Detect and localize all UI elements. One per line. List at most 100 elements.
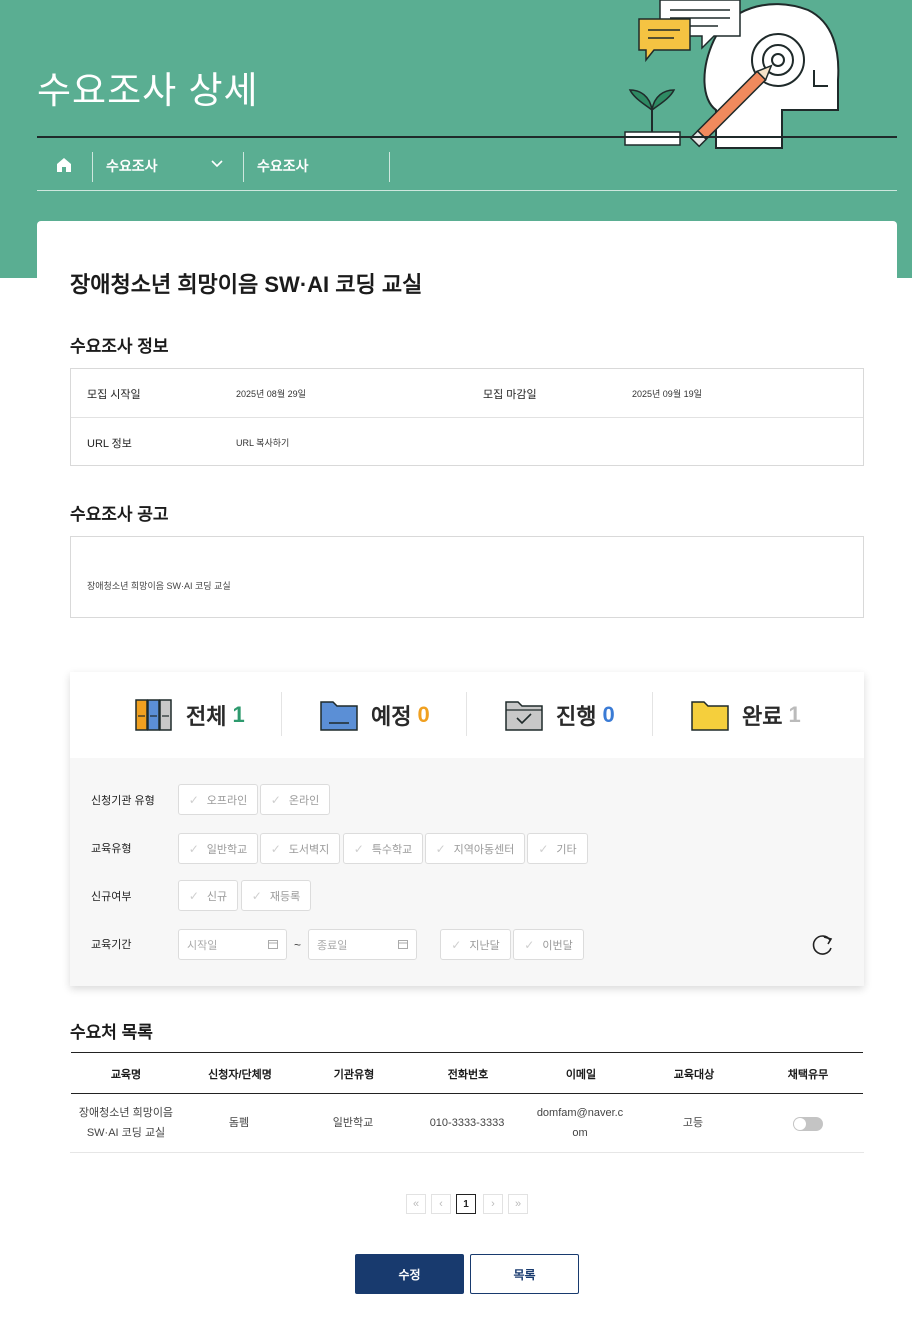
status-completed[interactable]: 완료 1 [690,696,801,734]
folder-blue-icon [320,701,358,731]
folder-check-icon [505,701,543,731]
last-page-button[interactable]: » [508,1194,528,1214]
status-ongoing-label: 진행 [556,704,597,729]
info-row-dates: 모집 시작일 2025년 08월 29일 모집 마감일 2025년 09월 19… [71,369,863,417]
status-all-label: 전체 [186,704,227,729]
end-date-input[interactable]: 종료일 [308,929,417,960]
breadcrumb-level1[interactable]: 수요조사 [106,156,158,176]
filter-new-label: 신규 [206,890,228,903]
breadcrumb-separator [389,152,390,182]
filter-offline[interactable]: ✓ 오프라인 [178,784,258,815]
prev-page-button[interactable]: ‹ [431,1194,451,1214]
check-icon: ✓ [188,841,199,856]
notice-box: 장애청소년 희망이음 SW·AI 코딩 교실 [70,536,864,618]
col-org-type: 기관유형 [333,1069,375,1081]
page-heading: 수요조사 상세 [37,70,259,111]
table-header: 교육명 신청자/단체명 기관유형 전화번호 이메일 교육대상 채택유무 [71,1052,863,1094]
info-section-title: 수요조사 정보 [70,337,169,356]
survey-illustration [624,0,840,149]
filter-this-month-label: 이번달 [542,939,573,952]
filter-online-label: 온라인 [288,794,320,807]
survey-title: 장애청소년 희망이음 SW·AI 코딩 교실 [70,272,423,297]
col-applicant: 신청자/단체명 [208,1069,272,1081]
col-edu-name: 교육명 [110,1069,142,1081]
check-icon: ✓ [188,888,199,903]
cell-target: 고등 [682,1117,704,1129]
status-divider [466,692,467,736]
breadcrumb-level2[interactable]: 수요조사 [257,156,309,176]
url-label: URL 정보 [87,438,132,450]
header-divider [37,136,897,138]
period-label: 교육기간 [91,939,132,951]
filter-etc[interactable]: ✓ 기타 [527,833,588,864]
refresh-icon[interactable] [810,932,836,958]
filter-reregister[interactable]: ✓ 재등록 [241,880,311,911]
notice-text: 장애청소년 희망이음 SW·AI 코딩 교실 [87,581,231,591]
breadcrumb-separator [92,152,93,182]
check-icon: ✓ [270,792,281,807]
table-row[interactable]: 장애청소년 희망이음 SW·AI 코딩 교실 돔펨 일반학교 010-3333-… [70,1094,864,1153]
filter-last-month[interactable]: ✓ 지난달 [440,929,511,960]
folder-yellow-icon [691,701,729,731]
check-icon: ✓ [251,888,262,903]
start-date-input[interactable]: 시작일 [178,929,287,960]
cell-email-line2: om [572,1127,588,1139]
cell-email: domfam@naver.c om [523,1103,637,1143]
toggle-knob [794,1118,806,1130]
filter-new[interactable]: ✓ 신규 [178,880,238,911]
adopted-toggle[interactable] [793,1117,823,1131]
status-all-count: 1 [232,702,245,727]
filter-general-school-label: 일반학교 [206,843,248,856]
period-tilde: ~ [294,938,302,952]
org-type-label: 신청기관 유형 [91,795,155,807]
status-completed-label: 완료 [742,704,783,729]
copy-url-link[interactable]: URL 복사하기 [236,436,289,449]
filter-this-month[interactable]: ✓ 이번달 [513,929,584,960]
check-icon: ✓ [451,937,462,952]
status-ongoing[interactable]: 진행 0 [504,696,615,734]
start-date-placeholder: 시작일 [187,939,218,952]
list-button[interactable]: 목록 [470,1254,579,1294]
filter-community-center[interactable]: ✓ 지역아동센터 [425,833,525,864]
status-scheduled-label: 예정 [371,704,412,729]
cell-applicant: 돔펨 [228,1117,250,1129]
info-table: 모집 시작일 2025년 08월 29일 모집 마감일 2025년 09월 19… [70,368,864,466]
filter-offline-label: 오프라인 [206,794,248,807]
filter-special-school[interactable]: ✓ 특수학교 [343,833,423,864]
status-scheduled[interactable]: 예정 0 [319,696,430,734]
notice-section-title: 수요조사 공고 [70,505,169,524]
filter-last-month-label: 지난달 [469,939,500,952]
start-date-label: 모집 시작일 [87,389,141,401]
col-adopted: 채택유무 [787,1069,829,1081]
filter-community-center-label: 지역아동센터 [453,843,515,856]
filter-general-school[interactable]: ✓ 일반학교 [178,833,258,864]
status-summary: 전체 1 예정 0 진행 0 완료 1 [70,672,864,758]
page-number-current[interactable]: 1 [456,1194,476,1214]
filter-remote-area[interactable]: ✓ 도서벽지 [260,833,340,864]
start-date-value: 2025년 08월 29일 [236,389,306,399]
check-icon: ✓ [270,841,281,856]
cell-org-type: 일반학교 [332,1117,374,1129]
check-icon: ✓ [524,937,535,952]
next-page-button[interactable]: › [483,1194,503,1214]
cell-phone: 010-3333-3333 [429,1117,505,1129]
status-all[interactable]: 전체 1 [134,696,245,734]
edit-button[interactable]: 수정 [355,1254,464,1294]
end-date-value: 2025년 09월 19일 [632,389,702,399]
check-icon: ✓ [353,841,364,856]
first-page-button[interactable]: « [406,1194,426,1214]
status-completed-count: 1 [788,702,801,727]
filter-online[interactable]: ✓ 온라인 [260,784,330,815]
home-icon[interactable] [54,155,74,175]
list-section-title: 수요처 목록 [70,1023,153,1042]
edu-type-label: 교육유형 [91,843,132,855]
status-divider [652,692,653,736]
check-icon: ✓ [188,792,199,807]
chevron-down-icon[interactable] [210,157,224,171]
cell-email-line1: domfam@naver.c [536,1107,624,1119]
calendar-icon [398,940,408,949]
end-date-label: 모집 마감일 [483,389,537,401]
filter-special-school-label: 특수학교 [371,843,413,856]
status-scheduled-count: 0 [417,702,430,727]
new-status-label: 신규여부 [91,891,132,903]
